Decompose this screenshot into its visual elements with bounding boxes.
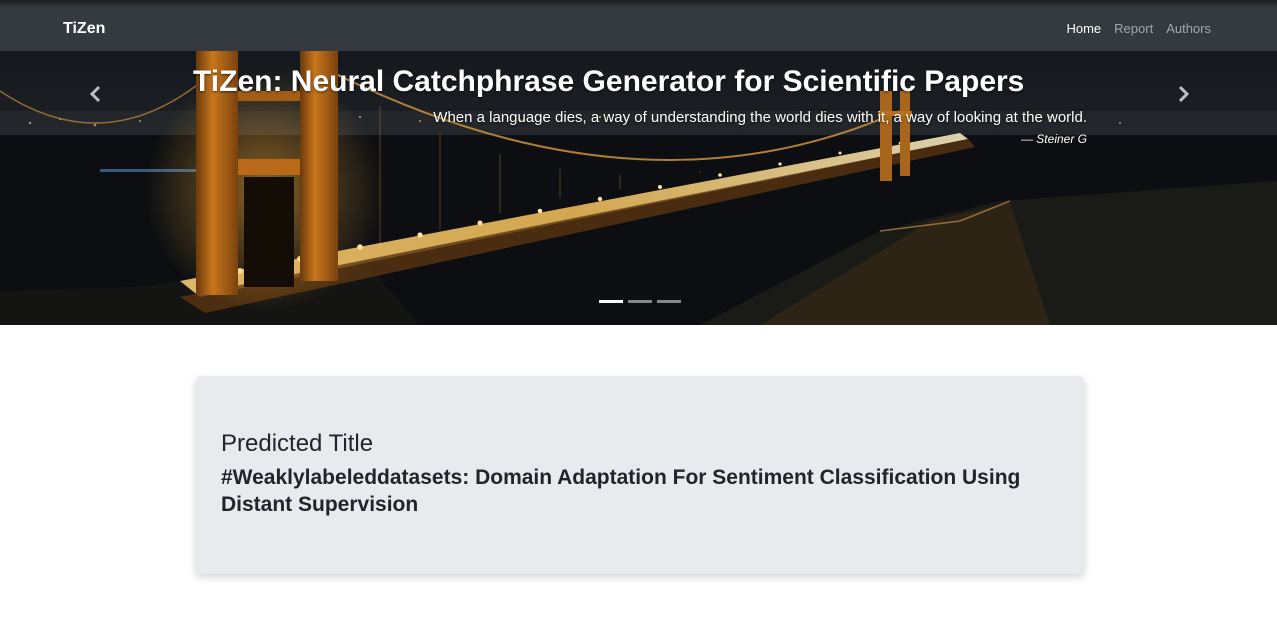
- hero-quote: When a language dies, a way of understan…: [433, 109, 1087, 126]
- nav-link-authors[interactable]: Authors: [1166, 21, 1211, 36]
- carousel-next-button[interactable]: [1171, 81, 1195, 107]
- carousel-prev-button[interactable]: [84, 81, 108, 107]
- predicted-title: #Weaklylabeleddatasets: Domain Adaptatio…: [221, 466, 1021, 516]
- prediction-label: Predicted Title: [221, 430, 374, 457]
- hero-carousel: TiZen: Neural Catchphrase Generator for …: [0, 51, 1277, 325]
- window-top-strip: [0, 0, 1277, 8]
- carousel-indicator-2[interactable]: [628, 300, 652, 303]
- nav-links: Home Report Authors: [1066, 21, 1211, 36]
- brand-logo[interactable]: TiZen: [63, 20, 105, 38]
- chevron-right-icon: [1178, 85, 1190, 103]
- carousel-indicators: [599, 300, 681, 303]
- carousel-indicator-1[interactable]: [599, 300, 623, 303]
- prediction-card: Predicted Title #Weaklylabeleddatasets: …: [196, 376, 1084, 574]
- hero-title: TiZen: Neural Catchphrase Generator for …: [193, 65, 1025, 98]
- chevron-left-icon: [89, 85, 101, 103]
- nav-link-report[interactable]: Report: [1114, 21, 1153, 36]
- nav-link-home[interactable]: Home: [1066, 21, 1101, 36]
- hero-quote-author: — Steiner G: [1020, 132, 1087, 146]
- carousel-indicator-3[interactable]: [657, 300, 681, 303]
- navbar: TiZen Home Report Authors: [0, 8, 1277, 51]
